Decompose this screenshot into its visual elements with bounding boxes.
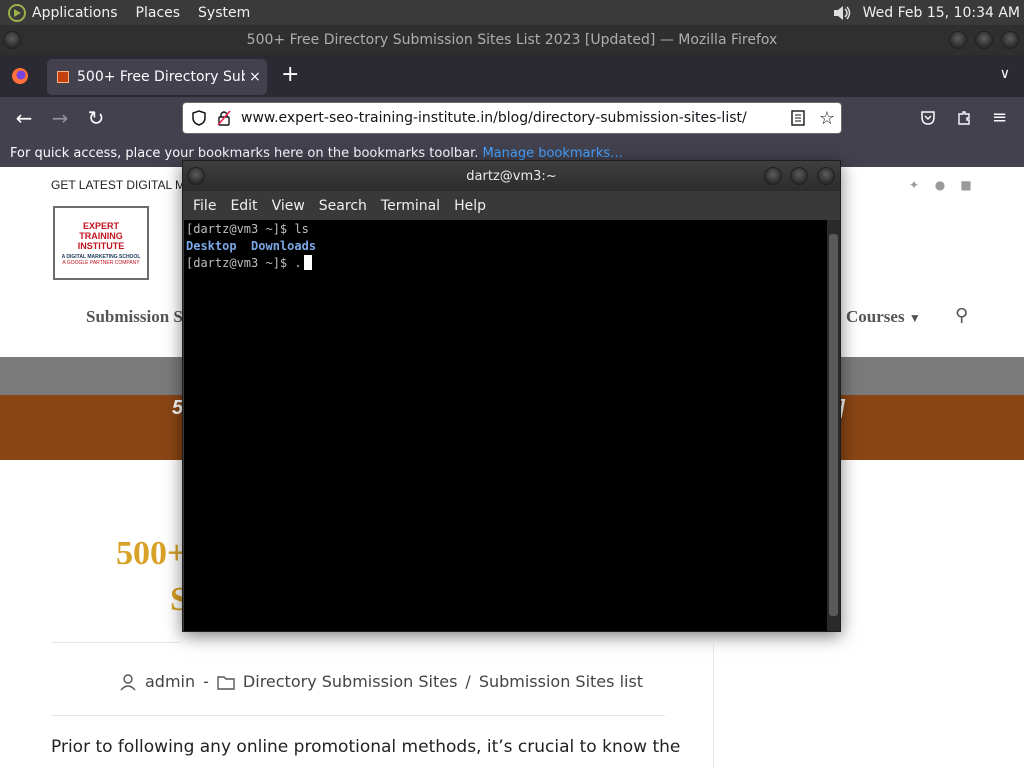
forward-arrow-icon[interactable]: → [48, 106, 72, 130]
manage-bookmarks-link[interactable]: Manage bookmarks… [482, 146, 623, 161]
new-tab-button[interactable]: + [281, 62, 299, 87]
window-title: 500+ Free Directory Submission Sites Lis… [246, 32, 778, 48]
terminal-titlebar[interactable]: dartz@vm3:~ [183, 161, 840, 191]
search-icon[interactable]: ⚲ [955, 305, 968, 326]
menu-places[interactable]: Places [136, 5, 181, 21]
topbar-announcement[interactable]: GET LATEST DIGITAL MA [51, 178, 193, 192]
category-directory-submission-sites[interactable]: Directory Submission Sites [243, 672, 458, 691]
sidebar-divider [713, 644, 714, 768]
nav-item-submission-sites[interactable]: Submission S [86, 307, 183, 327]
article-paragraph: Prior to following any online promotiona… [51, 737, 681, 757]
terminal-screen[interactable]: [dartz@vm3 ~]$ ls Desktop Downloads [dar… [184, 220, 827, 631]
bookmarks-hint: For quick access, place your bookmarks h… [10, 145, 479, 161]
menu-applications[interactable]: Applications [32, 5, 118, 21]
terminal-scroll-thumb[interactable] [829, 234, 838, 616]
window-menu-button[interactable] [3, 31, 21, 49]
reader-view-icon[interactable] [791, 110, 805, 126]
minimize-button[interactable] [949, 31, 967, 49]
maximize-button[interactable] [975, 31, 993, 49]
firefox-menu-icon[interactable] [11, 67, 29, 85]
hamburger-menu-icon[interactable]: ≡ [992, 107, 1007, 128]
url-text[interactable]: www.expert-seo-training-institute.in/blo… [241, 110, 791, 126]
system-panel: Applications Places System Wed Feb 15, 1… [0, 0, 1024, 25]
back-arrow-icon[interactable]: ← [12, 106, 36, 130]
insecure-lock-icon[interactable] [217, 110, 231, 126]
tab-bar: 500+ Free Directory Submission Sites Lis… [0, 55, 1024, 97]
terminal-close-button[interactable] [817, 167, 835, 185]
site-favicon-icon [57, 71, 69, 83]
terminal-window[interactable]: dartz@vm3:~ File Edit View Search Termin… [182, 160, 841, 632]
tab-active[interactable]: 500+ Free Directory Submission Sites Lis… [47, 59, 267, 95]
post-meta: admin - Directory Submission Sites / Sub… [119, 672, 643, 691]
terminal-window-menu-button[interactable] [187, 167, 205, 185]
chevron-down-icon: ▼ [908, 311, 921, 325]
category-submission-sites-list[interactable]: Submission Sites list [479, 672, 643, 691]
terminal-cursor [303, 255, 312, 270]
terminal-menu-terminal[interactable]: Terminal [381, 198, 440, 214]
tab-close-icon[interactable]: × [249, 69, 261, 85]
facebook-icon[interactable]: ● [933, 178, 947, 192]
menu-system[interactable]: System [198, 5, 250, 21]
tab-title: 500+ Free Directory Submission Sites Lis… [77, 69, 245, 85]
linkedin-icon[interactable]: ■ [959, 178, 973, 192]
nav-item-courses[interactable]: Courses ▼ [846, 307, 921, 327]
shield-icon[interactable] [191, 110, 207, 126]
terminal-menu-file[interactable]: File [193, 198, 216, 214]
close-window-button[interactable] [1001, 31, 1019, 49]
terminal-menu-help[interactable]: Help [454, 198, 486, 214]
folder-icon [217, 675, 235, 690]
reload-icon[interactable]: ↻ [84, 106, 108, 130]
terminal-menubar: File Edit View Search Terminal Help [183, 191, 840, 220]
article-title-line1: 500+ [116, 535, 187, 572]
terminal-title: dartz@vm3:~ [466, 168, 557, 184]
site-logo[interactable]: EXPERT TRAINING INSTITUTE A DIGITAL MARK… [53, 206, 149, 280]
panel-clock[interactable]: Wed Feb 15, 10:34 AM [863, 5, 1020, 21]
terminal-prompt-line: [dartz@vm3 ~]$ . [186, 255, 825, 272]
pocket-icon[interactable] [920, 110, 936, 126]
divider [51, 642, 181, 643]
terminal-maximize-button[interactable] [790, 167, 808, 185]
terminal-line: [dartz@vm3 ~]$ ls [186, 222, 309, 236]
twitter-icon[interactable]: ✦ [907, 178, 921, 192]
url-bar[interactable]: www.expert-seo-training-institute.in/blo… [182, 102, 842, 134]
terminal-scrollbar[interactable] [827, 220, 840, 631]
terminal-output-dirs: Desktop Downloads [186, 239, 317, 253]
terminal-minimize-button[interactable] [764, 167, 782, 185]
terminal-menu-search[interactable]: Search [319, 198, 367, 214]
volume-icon[interactable] [831, 4, 853, 22]
gnome-foot-icon[interactable] [8, 3, 26, 22]
user-icon [120, 673, 136, 690]
list-all-tabs-chevron-icon[interactable]: ∨ [1000, 66, 1010, 82]
bookmark-star-icon[interactable]: ☆ [819, 108, 835, 129]
firefox-titlebar: 500+ Free Directory Submission Sites Lis… [0, 25, 1024, 55]
terminal-menu-edit[interactable]: Edit [230, 198, 257, 214]
extensions-puzzle-icon[interactable] [956, 110, 972, 126]
divider [51, 715, 665, 716]
terminal-menu-view[interactable]: View [272, 198, 305, 214]
post-author[interactable]: admin [145, 672, 195, 691]
